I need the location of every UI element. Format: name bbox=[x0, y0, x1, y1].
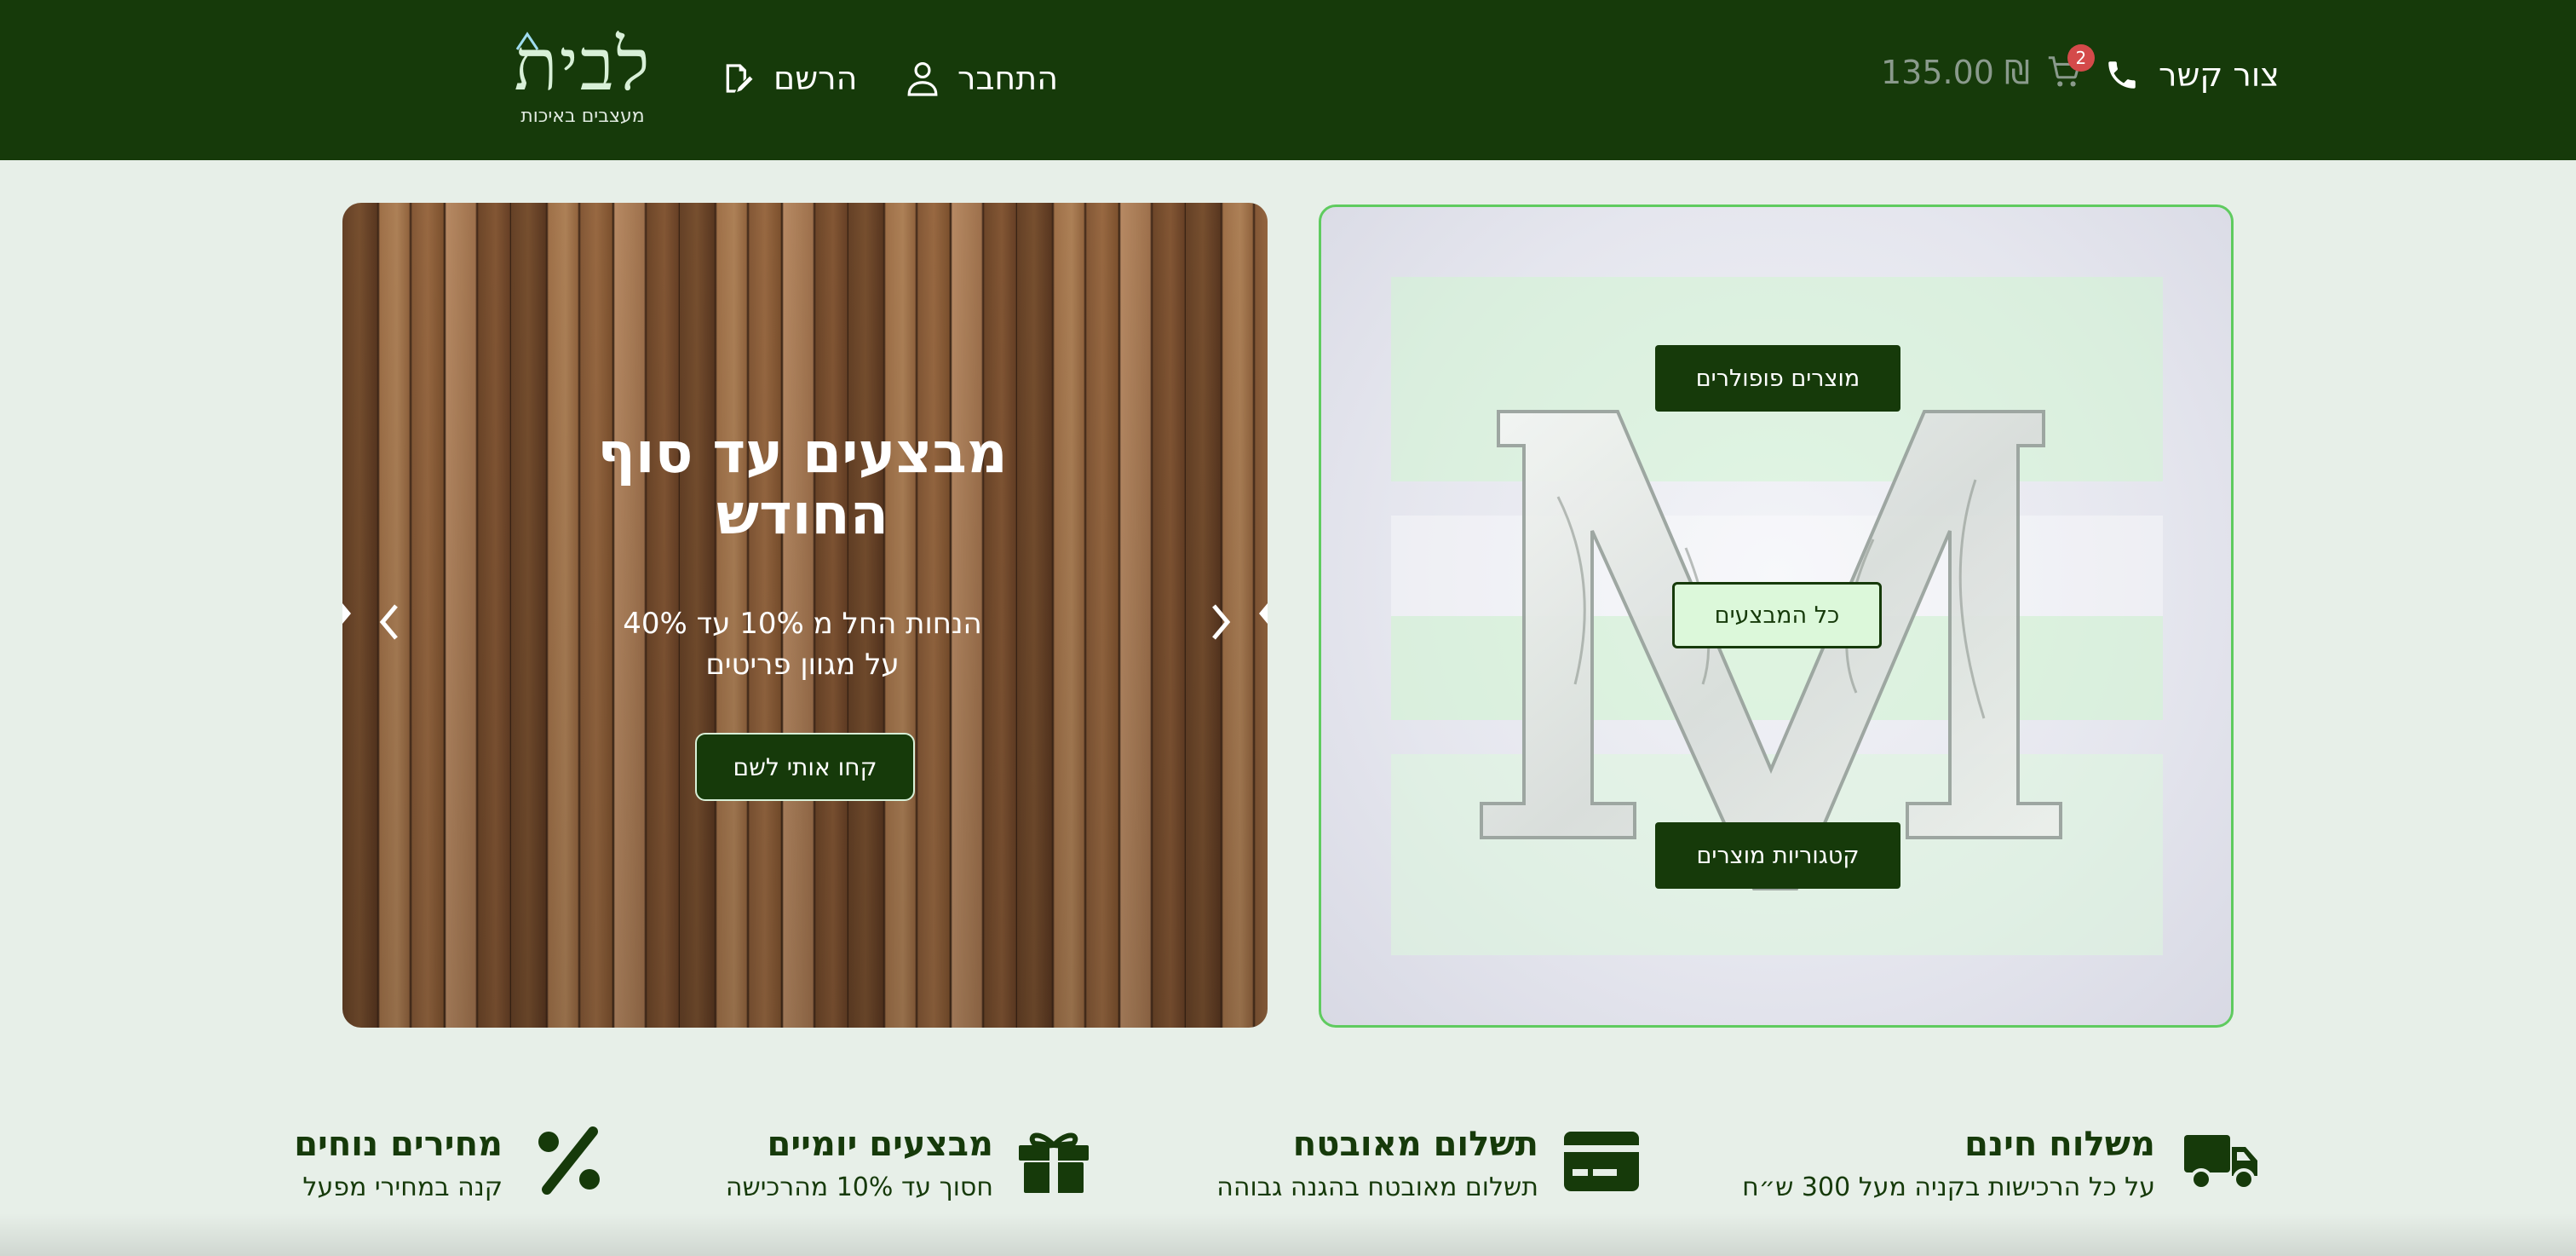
site-logo[interactable]: לבית מעצבים באיכות bbox=[499, 26, 666, 136]
register-link[interactable]: הרשם bbox=[721, 60, 857, 97]
carousel-edge-marker-right bbox=[1259, 603, 1268, 624]
marble-navigation-panel: מוצרים פופולרים כל המבצעים קטגוריות מוצר… bbox=[1319, 205, 2234, 1028]
carousel-subtitle: הנחות החל מ 10% עד 40% על מגוון פריטים bbox=[555, 603, 1049, 685]
carousel-cta-button[interactable]: קחו אותי לשם bbox=[695, 733, 915, 801]
feature-deals-desc: חסוך עד 10% מהרכישה bbox=[725, 1172, 993, 1202]
feature-shipping-title: משלוח חינם bbox=[1964, 1125, 2155, 1164]
popular-products-button[interactable]: מוצרים פופולרים bbox=[1655, 345, 1900, 412]
gift-icon bbox=[1019, 1132, 1089, 1193]
user-icon bbox=[907, 62, 938, 96]
marble-m-image bbox=[1480, 410, 2062, 890]
logo-tagline: מעצבים באיכות bbox=[520, 106, 645, 127]
carousel-subtitle-line1: הנחות החל מ 10% עד 40% bbox=[623, 607, 982, 641]
feature-prices-title: מחירים נוחים bbox=[294, 1125, 503, 1164]
feature-free-shipping: משלוח חינם על כל הרכישות בקניה מעל 300 ש… bbox=[1742, 1116, 2266, 1210]
feature-payment-title: תשלום מאובטח bbox=[1292, 1125, 1538, 1164]
login-link[interactable]: התחבר bbox=[906, 60, 1058, 97]
top-header: צור קשר 135.00 ₪ 2 התחבר הרשם לבית מעצבי… bbox=[0, 0, 2576, 160]
feature-payment-desc: תשלום מאובטח בהגנה גבוהה bbox=[1216, 1172, 1538, 1202]
feature-daily-deals: מבצעים יומיים חסוך עד 10% מהרכישה bbox=[726, 1116, 1107, 1210]
chevron-right-icon bbox=[1212, 604, 1231, 640]
feature-deals-title: מבצעים יומיים bbox=[767, 1125, 993, 1164]
percent-icon bbox=[538, 1126, 600, 1195]
chevron-left-icon bbox=[379, 604, 398, 640]
cart-icon-wrap: 2 bbox=[2045, 44, 2095, 92]
promo-carousel: מבצעים עד סוף החודש הנחות החל מ 10% עד 4… bbox=[342, 203, 1268, 1028]
feature-shipping-desc: על כל הרכישות בקניה מעל 300 ש״ח bbox=[1742, 1172, 2155, 1202]
logo-roof-icon bbox=[515, 32, 539, 50]
cart-total: 135.00 ₪ bbox=[1881, 54, 2030, 91]
feature-secure-payment: תשלום מאובטח תשלום מאובטח בהגנה גבוהה bbox=[1193, 1116, 1653, 1210]
all-deals-button[interactable]: כל המבצעים bbox=[1672, 582, 1882, 648]
feature-prices-desc: קנה במחירי מפעל bbox=[302, 1172, 503, 1202]
contact-label: צור קשר bbox=[2159, 56, 2280, 94]
truck-icon bbox=[2184, 1135, 2257, 1190]
phone-icon bbox=[2108, 61, 2136, 89]
bottom-shadow bbox=[0, 1213, 2576, 1256]
register-label: הרשם bbox=[773, 60, 858, 97]
carousel-subtitle-line2: על מגוון פריטים bbox=[705, 648, 900, 682]
signup-icon bbox=[726, 64, 753, 93]
product-categories-button[interactable]: קטגוריות מוצרים bbox=[1655, 822, 1900, 889]
carousel-title: מבצעים עד סוף החודש bbox=[597, 420, 1008, 547]
carousel-prev-button[interactable] bbox=[366, 593, 411, 651]
feature-good-prices: מחירים נוחים קנה במחירי מפעל bbox=[294, 1116, 605, 1210]
cart-count-badge: 2 bbox=[2067, 44, 2095, 72]
login-label: התחבר bbox=[957, 60, 1059, 97]
cart-button[interactable]: 135.00 ₪ 2 bbox=[1881, 44, 2095, 92]
carousel-next-button[interactable] bbox=[1199, 593, 1244, 651]
credit-card-icon bbox=[1564, 1132, 1639, 1191]
carousel-edge-marker-left bbox=[342, 603, 351, 624]
contact-link[interactable]: צור קשר bbox=[2104, 56, 2280, 94]
